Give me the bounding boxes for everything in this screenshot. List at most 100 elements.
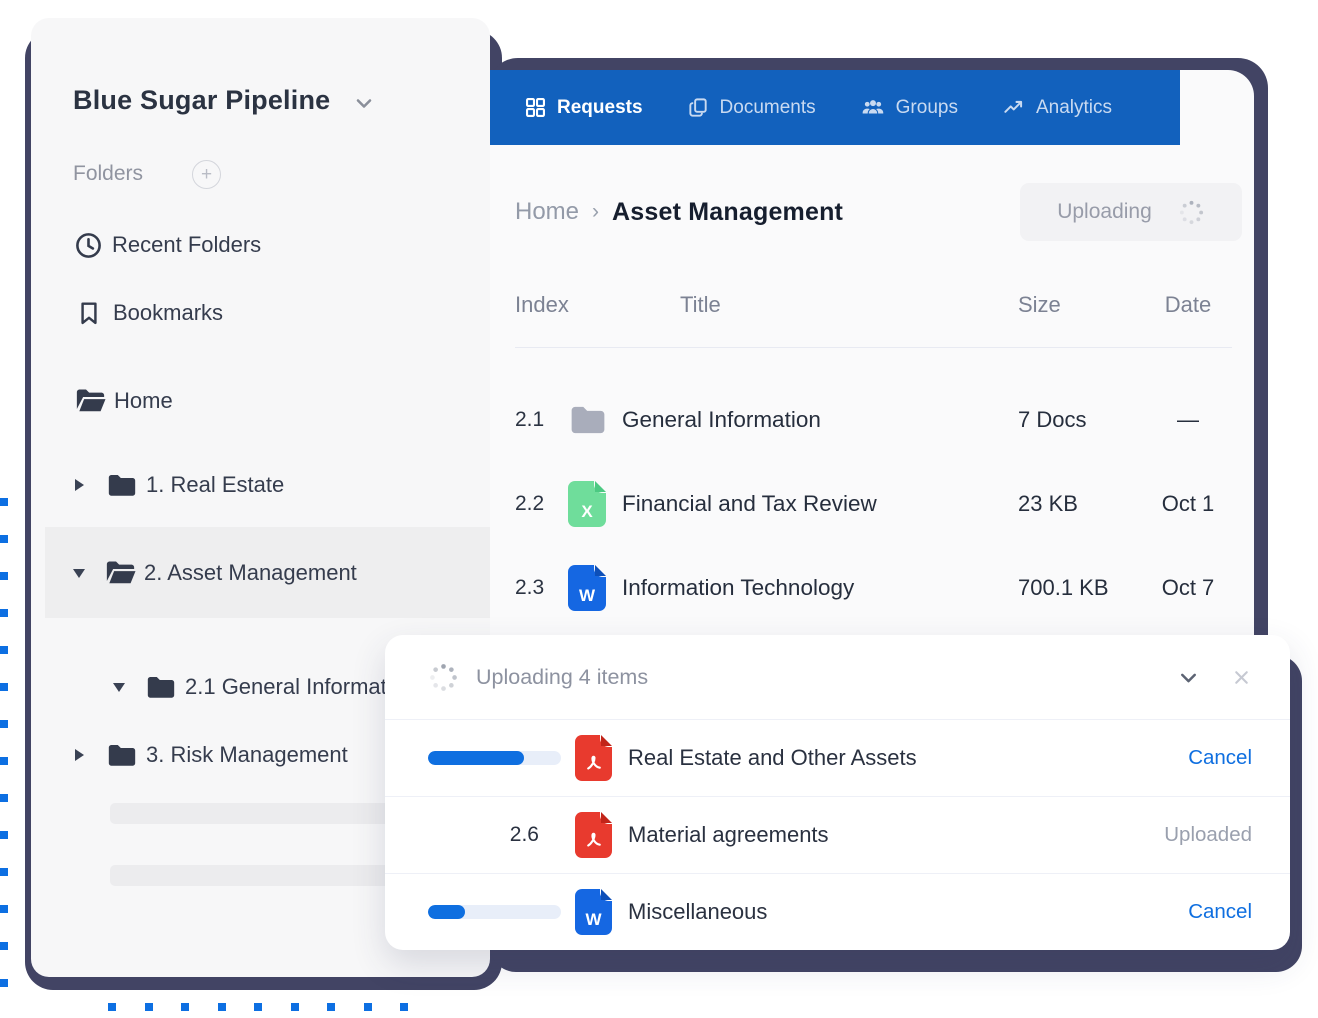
- sidebar-item-real-estate[interactable]: 1. Real Estate: [31, 463, 490, 507]
- dot: [108, 1003, 116, 1011]
- analytics-icon: [1002, 96, 1026, 119]
- progress-fill: [428, 751, 524, 765]
- breadcrumb-home-link[interactable]: Home: [515, 198, 579, 226]
- pdf-file-icon: [575, 812, 612, 858]
- clock-icon: [73, 230, 104, 261]
- upload-progress-panel: Uploading 4 items Real Estate and Other …: [385, 635, 1290, 950]
- tab-groups[interactable]: Groups: [860, 96, 958, 119]
- workspace-switcher[interactable]: Blue Sugar Pipeline: [31, 76, 490, 124]
- page-title: Asset Management: [612, 198, 843, 227]
- acrobat-glyph: [582, 828, 606, 852]
- dot: [0, 572, 8, 580]
- chevron-down-icon: [352, 91, 376, 115]
- folder-open-icon: [74, 386, 107, 416]
- folder-icon: [568, 402, 608, 438]
- upload-row: Real Estate and Other Assets Cancel: [385, 719, 1290, 796]
- pdf-file-icon: [575, 735, 612, 781]
- dot: [181, 1003, 189, 1011]
- groups-icon: [860, 96, 886, 119]
- chevron-down-icon[interactable]: [1176, 665, 1201, 690]
- dot: [0, 868, 8, 876]
- tab-documents[interactable]: Documents: [687, 96, 816, 119]
- grid-icon: [524, 96, 547, 119]
- tab-analytics[interactable]: Analytics: [1002, 96, 1112, 119]
- upload-file-name: Miscellaneous: [628, 899, 767, 925]
- caret-right-icon[interactable]: [75, 479, 84, 491]
- row-date: Oct 1: [1144, 491, 1232, 517]
- spinner-icon: [428, 662, 459, 693]
- dot: [0, 720, 8, 728]
- dot: [0, 794, 8, 802]
- folder-icon: [106, 471, 138, 500]
- table-header: Index Title Size Date: [490, 280, 1254, 330]
- uploading-status-badge[interactable]: Uploading: [1020, 183, 1242, 241]
- caret-right-icon[interactable]: [75, 749, 84, 761]
- workspace-title: Blue Sugar Pipeline: [73, 85, 330, 116]
- caret-down-icon[interactable]: [73, 569, 85, 578]
- sidebar-item-label: Bookmarks: [113, 300, 223, 326]
- bookmark-icon: [75, 298, 103, 328]
- excel-file-icon: X: [568, 481, 606, 527]
- progress-bar: [428, 905, 561, 919]
- close-icon[interactable]: [1231, 667, 1252, 688]
- row-index: 2.2: [515, 492, 568, 516]
- folder-open-icon: [104, 558, 137, 588]
- progress-bar: [428, 751, 561, 765]
- sidebar-item-label: Home: [114, 388, 173, 414]
- dot: [0, 905, 8, 913]
- row-title: Financial and Tax Review: [622, 491, 1018, 517]
- dot: [291, 1003, 299, 1011]
- upload-panel-header: Uploading 4 items: [385, 635, 1290, 719]
- table-row[interactable]: 2.2 X Financial and Tax Review 23 KB Oct…: [490, 474, 1254, 534]
- upload-file-name: Real Estate and Other Assets: [628, 745, 917, 771]
- dot: [0, 757, 8, 765]
- sidebar-item-label: 2.1 General Information: [185, 674, 416, 700]
- file-letter: X: [581, 502, 592, 522]
- uploading-badge-label: Uploading: [1057, 200, 1152, 224]
- upload-file-name: Material agreements: [628, 822, 829, 848]
- file-letter: W: [585, 910, 601, 930]
- tab-label: Groups: [896, 97, 958, 119]
- spinner-icon: [1178, 199, 1205, 226]
- sidebar-item-bookmarks[interactable]: Bookmarks: [31, 291, 490, 335]
- acrobat-glyph: [582, 751, 606, 775]
- row-date: Oct 7: [1144, 575, 1232, 601]
- row-title: Information Technology: [622, 575, 1018, 601]
- col-header-size: Size: [1018, 292, 1144, 318]
- sidebar-item-asset-management[interactable]: 2. Asset Management: [31, 551, 490, 595]
- dot: [145, 1003, 153, 1011]
- sidebar-item-home[interactable]: Home: [31, 379, 490, 423]
- upload-row: 2.6 Material agreements Uploaded: [385, 796, 1290, 873]
- dot: [0, 683, 8, 691]
- add-folder-button[interactable]: +: [192, 160, 221, 189]
- sidebar-item-label: 3. Risk Management: [146, 742, 348, 768]
- row-index: 2.3: [515, 576, 568, 600]
- sidebar-item-recent-folders[interactable]: Recent Folders: [31, 223, 490, 267]
- cancel-upload-button[interactable]: Cancel: [1188, 746, 1290, 770]
- folder-icon: [145, 673, 177, 702]
- dot: [327, 1003, 335, 1011]
- sidebar-item-label: Recent Folders: [112, 232, 261, 258]
- upload-file-index: 2.6: [385, 823, 539, 847]
- dot: [0, 535, 8, 543]
- progress-fill: [428, 905, 465, 919]
- dot: [0, 646, 8, 654]
- dot: [0, 831, 8, 839]
- dot: [364, 1003, 372, 1011]
- plus-icon: +: [201, 165, 212, 184]
- word-file-icon: W: [568, 565, 606, 611]
- cancel-upload-button[interactable]: Cancel: [1188, 900, 1290, 924]
- file-letter: W: [579, 586, 595, 606]
- word-file-icon: W: [575, 889, 612, 935]
- sidebar-item-label: 1. Real Estate: [146, 472, 284, 498]
- dot: [218, 1003, 226, 1011]
- caret-down-icon[interactable]: [113, 683, 125, 692]
- sidebar-item-label: 2. Asset Management: [144, 560, 357, 586]
- tab-requests[interactable]: Requests: [524, 96, 643, 119]
- table-row[interactable]: 2.3 W Information Technology 700.1 KB Oc…: [490, 558, 1254, 618]
- table-row[interactable]: 2.1 General Information 7 Docs —: [490, 390, 1254, 450]
- dot: [254, 1003, 262, 1011]
- page: Requests Documents Groups Analytics Home…: [0, 0, 1318, 1018]
- dot: [0, 609, 8, 617]
- folders-label: Folders: [73, 162, 143, 186]
